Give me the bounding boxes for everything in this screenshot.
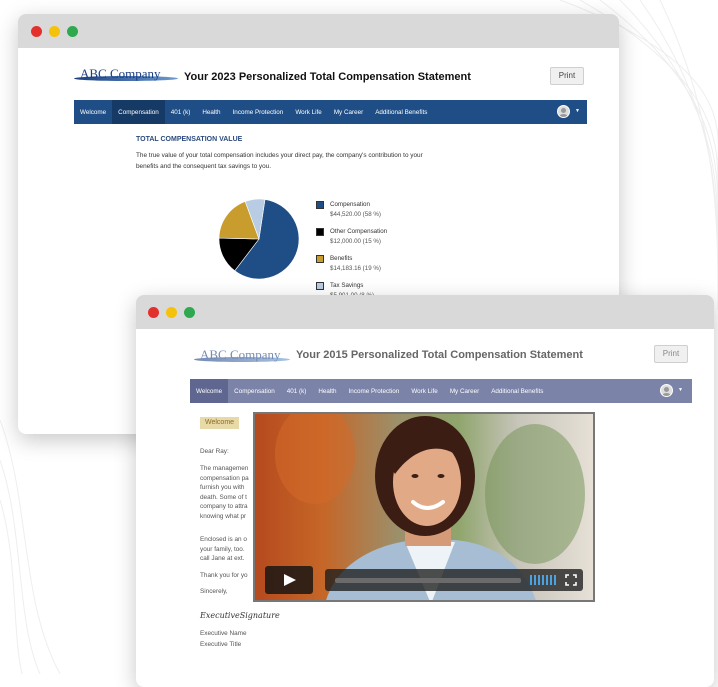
page-title: Your 2015 Personalized Total Compensatio… — [296, 349, 583, 361]
user-avatar[interactable] — [660, 384, 673, 397]
main-nav: Welcome Compensation 401 (k) Health Inco… — [190, 379, 692, 403]
print-button[interactable]: Print — [654, 345, 688, 363]
nav-item-compensation[interactable]: Compensation — [228, 379, 281, 403]
nav-item-welcome[interactable]: Welcome — [190, 379, 229, 403]
page-title: Your 2023 Personalized Total Compensatio… — [184, 71, 471, 83]
nav-item-my-career[interactable]: My Career — [444, 379, 485, 403]
company-logo: ABC Company — [194, 347, 290, 363]
close-window-button[interactable] — [148, 307, 159, 318]
executive-signature: ExecutiveSignature — [200, 611, 280, 620]
letter-greeting: Dear Ray: — [200, 448, 229, 455]
letter-paragraph-2: Enclosed is an o your family, too. call … — [200, 536, 247, 562]
nav-item-work-life[interactable]: Work Life — [289, 100, 327, 124]
close-window-button[interactable] — [31, 26, 42, 37]
volume-icon[interactable] — [530, 574, 560, 586]
minimize-window-button[interactable] — [166, 307, 177, 318]
letter-paragraph-1: The managemen compensation pa furnish yo… — [200, 465, 249, 520]
nav-item-additional-benefits[interactable]: Additional Benefits — [485, 379, 549, 403]
print-button[interactable]: Print — [550, 67, 584, 85]
chevron-down-icon[interactable]: ▼ — [678, 387, 683, 393]
nav-item-401k[interactable]: 401 (k) — [165, 100, 197, 124]
browser-window-2015: ABC Company Your 2015 Personalized Total… — [136, 295, 714, 687]
nav-item-401k[interactable]: 401 (k) — [281, 379, 313, 403]
company-logo: ABC Company — [74, 66, 178, 82]
nav-item-income-protection[interactable]: Income Protection — [343, 379, 406, 403]
executive-name: Executive Name — [200, 630, 247, 637]
executive-title: Executive Title — [200, 641, 242, 648]
section-title: TOTAL COMPENSATION VALUE — [136, 136, 243, 143]
window-titlebar — [136, 295, 714, 329]
nav-item-my-career[interactable]: My Career — [328, 100, 369, 124]
legend-swatch — [316, 255, 324, 263]
nav-item-additional-benefits[interactable]: Additional Benefits — [369, 100, 433, 124]
nav-item-health[interactable]: Health — [196, 100, 226, 124]
chevron-down-icon[interactable]: ▼ — [575, 108, 580, 114]
user-avatar[interactable] — [557, 105, 570, 118]
window-titlebar — [18, 14, 619, 48]
nav-item-welcome[interactable]: Welcome — [74, 100, 112, 124]
fullscreen-icon[interactable] — [565, 574, 577, 586]
compensation-pie-chart — [218, 198, 300, 280]
legend-swatch — [316, 282, 324, 290]
legend-swatch — [316, 228, 324, 236]
letter-closing: Sincerely, — [200, 588, 228, 595]
play-icon — [284, 574, 296, 586]
minimize-window-button[interactable] — [49, 26, 60, 37]
nav-item-income-protection[interactable]: Income Protection — [227, 100, 290, 124]
maximize-window-button[interactable] — [184, 307, 195, 318]
legend-swatch — [316, 201, 324, 209]
welcome-heading: Welcome — [200, 417, 240, 429]
nav-item-work-life[interactable]: Work Life — [405, 379, 443, 403]
nav-item-health[interactable]: Health — [312, 379, 342, 403]
letter-thanks: Thank you for yo — [200, 572, 248, 579]
maximize-window-button[interactable] — [67, 26, 78, 37]
video-player[interactable] — [253, 412, 595, 602]
intro-text: The true value of your total compensatio… — [136, 152, 423, 170]
nav-item-compensation[interactable]: Compensation — [112, 100, 165, 124]
video-control-bar — [325, 569, 583, 591]
main-nav: Welcome Compensation 401 (k) Health Inco… — [74, 100, 587, 124]
play-button[interactable] — [265, 566, 313, 594]
video-progress-track[interactable] — [335, 578, 521, 583]
